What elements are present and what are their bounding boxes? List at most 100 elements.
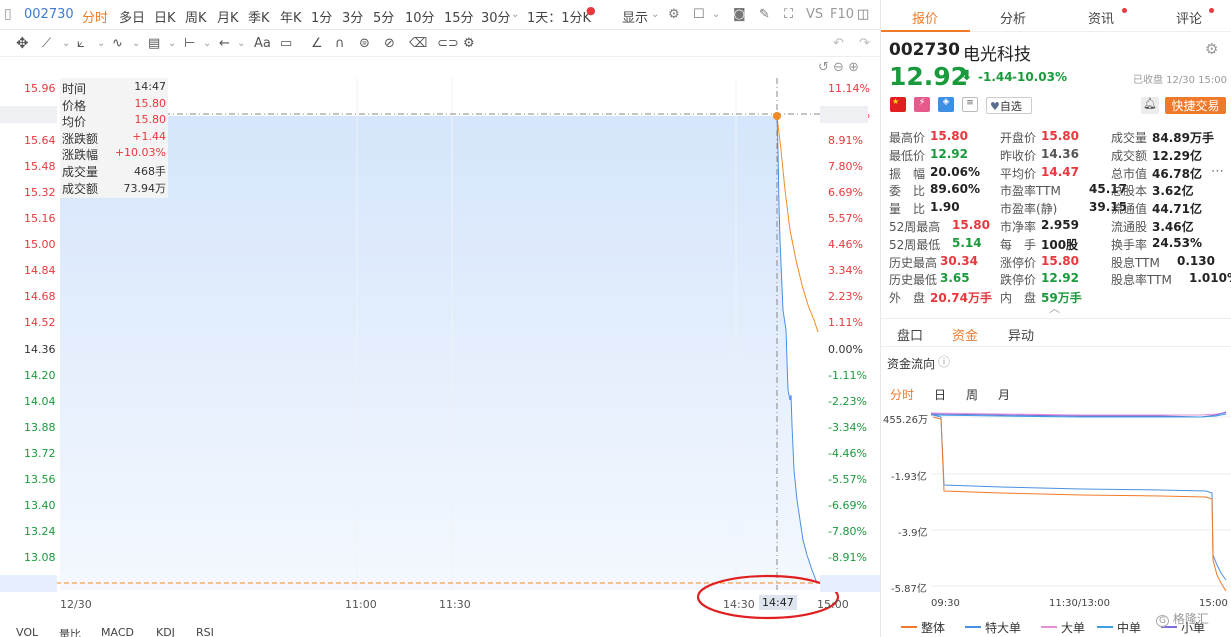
percent-tick-label: 11.14% (828, 82, 870, 95)
flow-time-label: 09:30 (931, 598, 960, 609)
quote-value: 30.34 (940, 253, 978, 268)
collapse-up-icon[interactable]: ︿ (1049, 300, 1060, 316)
more-icon[interactable]: ⋯ (1211, 164, 1224, 179)
reset-icon[interactable]: ↺ (818, 60, 829, 75)
info-icon[interactable]: ⓘ (938, 353, 950, 370)
divider (881, 346, 1231, 347)
tooltip-row: 时间 14:47 (62, 80, 166, 96)
fund-flow-title: 资金流向 (887, 357, 936, 371)
tooltip-key: 均价 (62, 115, 87, 130)
price-tick-label: 14.04 (24, 394, 56, 408)
document-icon[interactable]: ≡ (962, 97, 978, 112)
tag-icon[interactable]: ⚡ (914, 97, 930, 112)
quote-label: 流通股 (1111, 220, 1148, 234)
price-tick-label: 15.96 (24, 82, 56, 95)
quote-value: 12.92 (930, 146, 968, 161)
price-tick-label: 14.68 (24, 290, 56, 304)
crosshair-point (773, 112, 781, 120)
tab-analysis[interactable]: 分析 (1000, 8, 1026, 27)
flow-period-day[interactable]: 日 (934, 386, 946, 403)
time-label: 15:00 (817, 598, 849, 611)
tooltip-row: 涨跌额 +1.44 (62, 130, 166, 146)
quick-trade-button[interactable]: 快捷交易 (1165, 97, 1226, 114)
flow-line-total (932, 416, 1227, 592)
tab-anomaly[interactable]: 异动 (1008, 325, 1034, 344)
quote-label: 流通值 (1111, 202, 1148, 217)
quote-value: 84.89万手 (1152, 131, 1214, 145)
tab-order-book[interactable]: 盘口 (897, 325, 923, 344)
flow-period-week[interactable]: 周 (966, 386, 978, 403)
percent-tick-label: 7.80% (828, 160, 863, 174)
quote-label: 开盘价 (1000, 131, 1037, 145)
crosshair-tooltip: 时间 14:47 价格 15.80 均价 15.80 涨跌额 +1.44 涨跌幅 +10.03% 成… (60, 78, 168, 198)
percent-tick-label: -8.91% (828, 550, 867, 564)
quote-value: 15.80 (952, 218, 990, 232)
tooltip-value: 14:47 (134, 80, 166, 93)
tooltip-row: 涨跌幅 +10.03% (62, 146, 166, 162)
quote-label: 52周最高 (889, 220, 941, 234)
price-tick-label: 13.08 (24, 550, 56, 564)
panel-tabs: 报价 分析 资讯 评论 (881, 0, 1231, 32)
percent-tick-label: 1.11% (828, 316, 863, 330)
flow-line-extra-large (932, 414, 1227, 581)
price-tick-label: 14.20 (24, 368, 56, 382)
zoom-out-icon[interactable]: ⊖ (833, 60, 844, 75)
quote-label: 最低价 (889, 148, 926, 163)
watchlist-label: 自选 (999, 100, 1022, 113)
tooltip-key: 涨跌额 (62, 131, 99, 146)
add-watchlist-button[interactable]: ♥自选 (986, 97, 1032, 114)
price-tick-label: 15.48 (24, 160, 56, 174)
quote-label: 成交额 (1111, 148, 1148, 163)
tooltip-key: 成交量 (62, 165, 99, 179)
flow-period-intraday[interactable]: 分时 (890, 386, 914, 403)
tab-news[interactable]: 资讯 (1088, 8, 1114, 27)
divider (881, 318, 1231, 319)
price-tick-label: 15.32 (24, 186, 56, 200)
crosshair-time-label: 14:47 (759, 595, 797, 610)
bell-icon[interactable]: 🔔︎ (1141, 97, 1159, 114)
tab-vol[interactable]: VOL (16, 626, 38, 637)
percent-tick-label: 3.34% (828, 264, 863, 278)
quote-value: 12.92 (1041, 271, 1079, 286)
flow-period-month[interactable]: 月 (998, 386, 1010, 403)
label-icon[interactable]: ◈ (938, 97, 954, 112)
crosshair-percent-label (820, 106, 868, 123)
tab-macd[interactable]: MACD (101, 626, 134, 637)
tab-rsi[interactable]: RSI (196, 626, 214, 637)
zoom-in-icon[interactable]: ⊕ (848, 60, 859, 75)
quote-label: 成交量 (1111, 131, 1148, 145)
legend-swatch (965, 626, 981, 628)
price-tick-label: 13.56 (24, 472, 56, 486)
active-tab-underline (881, 30, 970, 32)
tooltip-row: 成交额 73.94万 (62, 180, 166, 196)
quote-value: 100股 (1041, 237, 1079, 252)
quote-value: 20.74万手 (930, 291, 992, 306)
tab-volume-ratio[interactable]: 量比 (59, 626, 81, 637)
chart-controls: ↺ ⊖ ⊕ (818, 60, 859, 75)
legend-swatch (1041, 626, 1057, 628)
quote-label: 总股本 (1111, 184, 1148, 199)
percent-tick-label: -1.11% (828, 368, 867, 382)
settings-icon[interactable]: ⚙ (1205, 40, 1218, 58)
price-tick-label: 15.00 (24, 238, 56, 252)
tab-fund-flow[interactable]: 资金 (952, 325, 978, 344)
quote-value: 46.78亿 (1152, 166, 1202, 181)
percent-tick-label: -5.57% (828, 472, 867, 486)
tab-comments[interactable]: 评论 (1176, 8, 1202, 27)
quote-value: 1.010% (1189, 271, 1231, 286)
tab-kdj[interactable]: KDJ (156, 626, 175, 637)
last-price: 12.92 (889, 62, 969, 91)
quote-value: 5.14 (952, 235, 982, 250)
flow-time-label: 15:00 (1199, 598, 1228, 609)
quote-label: 市净率 (1000, 220, 1037, 234)
watermark: G 格隆汇 (1156, 610, 1209, 627)
percent-tick-label: 6.69% (828, 186, 863, 200)
legend-label: 中单 (1117, 621, 1142, 635)
percent-tick-label: 0.00% (828, 342, 863, 356)
price-tick-label: 14.84 (24, 264, 56, 278)
tab-quote[interactable]: 报价 (912, 8, 938, 27)
quote-label: 每 手 (1000, 237, 1037, 252)
price-tick-label: 13.88 (24, 420, 56, 434)
tooltip-key: 成交额 (62, 181, 99, 196)
percent-tick-label: -3.34% (828, 420, 867, 434)
